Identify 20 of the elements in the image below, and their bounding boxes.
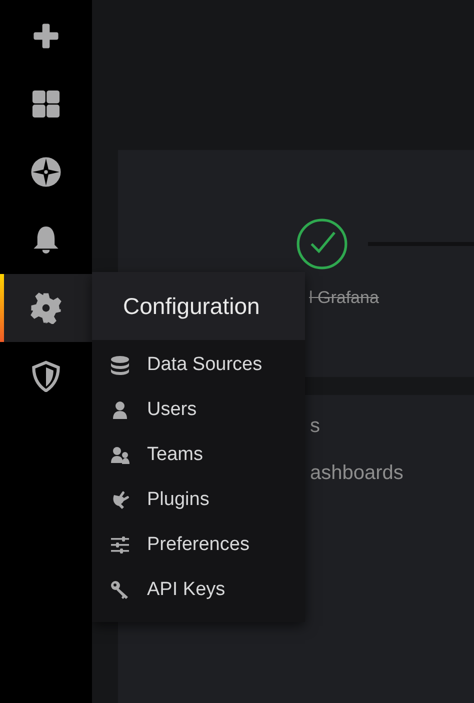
settings-icon xyxy=(30,292,62,324)
user-icon xyxy=(110,400,130,420)
grid-icon xyxy=(30,88,62,120)
sidebar-item[interactable] xyxy=(0,274,92,342)
menu-item[interactable]: Preferences xyxy=(147,534,250,556)
sliders-icon xyxy=(110,534,130,554)
menu-item[interactable]: Teams xyxy=(147,444,203,466)
shield-icon xyxy=(30,360,62,392)
compass-icon xyxy=(30,156,62,188)
list-text: ashboards xyxy=(310,462,404,485)
menu-item[interactable]: API Keys xyxy=(147,578,226,600)
list-text: s xyxy=(310,415,320,438)
database-icon xyxy=(110,354,130,374)
menu-item[interactable]: Data Sources xyxy=(147,354,262,376)
menu-item[interactable]: Plugins xyxy=(147,488,210,510)
menu-item[interactable]: Users xyxy=(147,398,197,420)
menu-title: Configuration xyxy=(123,292,260,320)
plug-icon xyxy=(110,490,130,510)
users-icon xyxy=(110,444,130,464)
key-icon xyxy=(110,580,130,600)
